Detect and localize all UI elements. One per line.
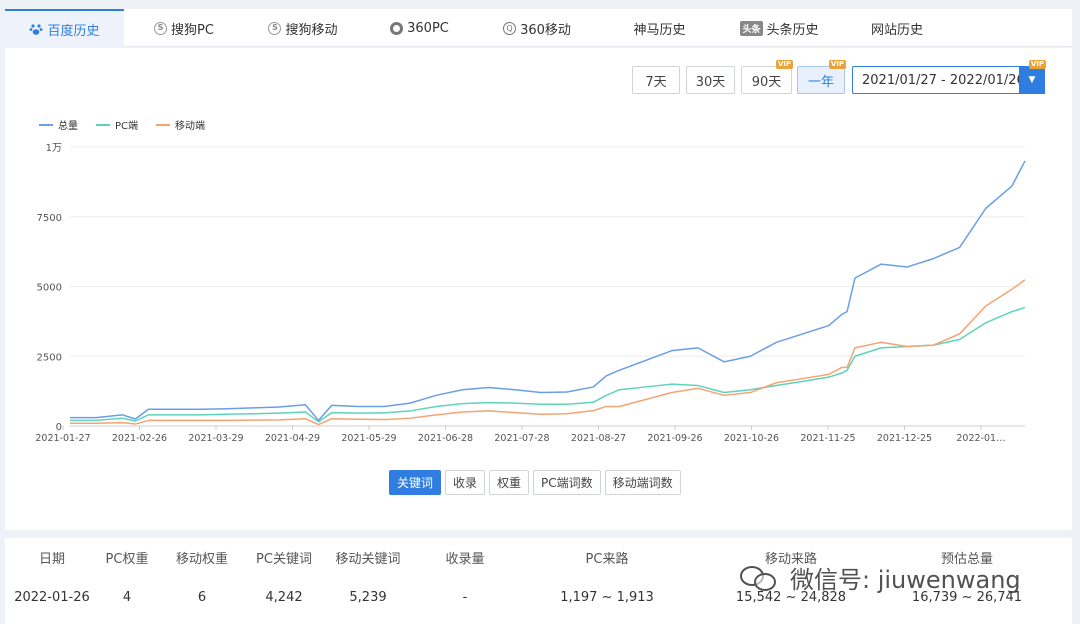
tab-toutiao-history[interactable]: 头条 头条历史 bbox=[722, 9, 837, 47]
header-cell: 移动权重 bbox=[175, 552, 229, 567]
metric-weight-button[interactable]: 权重 bbox=[489, 470, 530, 495]
360-icon bbox=[390, 21, 404, 35]
watermark-text: 微信号: jiuwenwang bbox=[790, 566, 1021, 594]
tab-site-history[interactable]: 网站历史 bbox=[837, 9, 957, 47]
vip-badge: VIP bbox=[1028, 60, 1046, 69]
range-1-year-button[interactable]: 一年 VIP bbox=[797, 60, 846, 94]
table-cell: 5,239 bbox=[349, 590, 387, 605]
header-cell: 收录量 bbox=[445, 552, 485, 567]
tab-label: 360移动 bbox=[520, 22, 571, 38]
header-cell: PC来路 bbox=[585, 552, 629, 567]
x-tick-label: 2021-11-25 bbox=[800, 433, 855, 444]
wechat-watermark: 微信号: jiuwenwang bbox=[738, 560, 1021, 595]
tab-label: 头条历史 bbox=[766, 22, 819, 38]
vip-badge: VIP bbox=[828, 60, 846, 69]
metric-keywords-button[interactable]: 关键词 bbox=[389, 470, 442, 495]
tab-baidu-history[interactable]: 百度历史 bbox=[5, 9, 124, 47]
table-cell: 6 bbox=[197, 590, 207, 605]
x-tick-label: 2021-01-27 bbox=[35, 433, 90, 444]
x-tick-label: 2021-04-29 bbox=[265, 433, 320, 444]
x-tick-label: 2021-03-29 bbox=[188, 433, 243, 444]
x-tick-label: 2021-10-26 bbox=[724, 433, 779, 444]
y-tick-label: 2500 bbox=[37, 352, 62, 363]
tab-label: 百度历史 bbox=[47, 23, 100, 39]
tab-label: 网站历史 bbox=[870, 22, 923, 38]
header-cell: 移动关键词 bbox=[335, 552, 401, 567]
header-cell: PC关键词 bbox=[256, 552, 312, 567]
trend-line-chart[interactable]: 0 2500 5000 7500 1万 2021-01-27 2021-02-26 2021-… bbox=[5, 128, 1072, 448]
sogou-icon: S bbox=[154, 21, 168, 35]
table-cell: 4 bbox=[122, 590, 132, 605]
360-icon: Q bbox=[503, 21, 517, 35]
x-tick-label: 2021-08-27 bbox=[571, 433, 626, 444]
table-cell: - bbox=[462, 590, 468, 605]
x-tick-label: 2021-09-26 bbox=[647, 433, 702, 444]
x-tick-label: 2021-06-28 bbox=[418, 433, 473, 444]
wechat-icon bbox=[738, 563, 782, 593]
y-tick-label: 7500 bbox=[37, 213, 62, 224]
metric-switcher: 关键词 收录 权重 PC端词数 移动端词数 bbox=[389, 470, 681, 495]
range-30-days-button[interactable]: 30天 bbox=[686, 66, 735, 94]
chevron-down-icon[interactable]: ▼ bbox=[1019, 66, 1045, 94]
metric-pc-words-button[interactable]: PC端词数 bbox=[533, 470, 601, 495]
x-tick-label: 2021-07-28 bbox=[494, 433, 549, 444]
x-tick-label: 2021-12-25 bbox=[877, 433, 932, 444]
baidu-paw-icon bbox=[29, 22, 43, 36]
tab-shenma-history[interactable]: 神马历史 bbox=[597, 9, 722, 47]
tab-label: 360PC bbox=[407, 20, 449, 36]
sogou-icon: S bbox=[268, 21, 282, 35]
tab-label: 神马历史 bbox=[633, 22, 686, 38]
metric-indexed-button[interactable]: 收录 bbox=[445, 470, 486, 495]
table-cell: 1,197 ~ 1,913 bbox=[560, 590, 654, 605]
x-tick-label: 2021-05-29 bbox=[341, 433, 396, 444]
tab-360-pc[interactable]: 360PC bbox=[362, 9, 477, 47]
legend-swatch bbox=[156, 123, 171, 126]
series-line-total bbox=[70, 160, 1026, 422]
y-tick-label: 0 bbox=[56, 422, 62, 433]
tab-360-mobile[interactable]: Q 360移动 bbox=[477, 9, 597, 47]
date-range-value: 2021/01/27 - 2022/01/26 bbox=[862, 72, 1025, 88]
header-cell: PC权重 bbox=[105, 552, 149, 567]
range-90-days-button[interactable]: 90天 VIP bbox=[741, 60, 793, 94]
date-range-picker[interactable]: 2021/01/27 - 2022/01/26 ▼ VIP bbox=[852, 60, 1046, 94]
legend-swatch bbox=[39, 123, 53, 126]
trend-panel: 7天 30天 90天 VIP 一年 VIP 2021/01/27 - 2022/… bbox=[5, 48, 1072, 530]
table-cell: 2022-01-26 bbox=[14, 590, 90, 605]
y-tick-label: 1万 bbox=[46, 143, 62, 154]
vip-badge: VIP bbox=[775, 60, 793, 69]
table-cell: 4,242 bbox=[265, 590, 303, 605]
legend-swatch bbox=[96, 123, 110, 126]
range-7-days-button[interactable]: 7天 bbox=[632, 66, 680, 94]
metric-mobile-words-button[interactable]: 移动端词数 bbox=[604, 470, 681, 495]
tab-label: 搜狗移动 bbox=[285, 22, 338, 38]
series-line-mobile bbox=[70, 279, 1026, 426]
x-tick-label: 2021-02-26 bbox=[112, 433, 167, 444]
toutiao-icon: 头条 bbox=[740, 20, 763, 36]
series-line-pc bbox=[70, 306, 1026, 423]
tab-sogou-pc[interactable]: S 搜狗PC bbox=[124, 9, 244, 47]
history-tab-bar: 百度历史 S 搜狗PC S 搜狗移动 360PC Q 360移动 神马历史 头条… bbox=[5, 9, 1072, 47]
tab-label: 搜狗PC bbox=[171, 22, 214, 38]
x-tick-label: 2022-01… bbox=[956, 433, 1005, 444]
header-cell: 日期 bbox=[38, 552, 66, 567]
tab-sogou-mobile[interactable]: S 搜狗移动 bbox=[244, 9, 362, 47]
y-tick-label: 5000 bbox=[37, 283, 62, 294]
